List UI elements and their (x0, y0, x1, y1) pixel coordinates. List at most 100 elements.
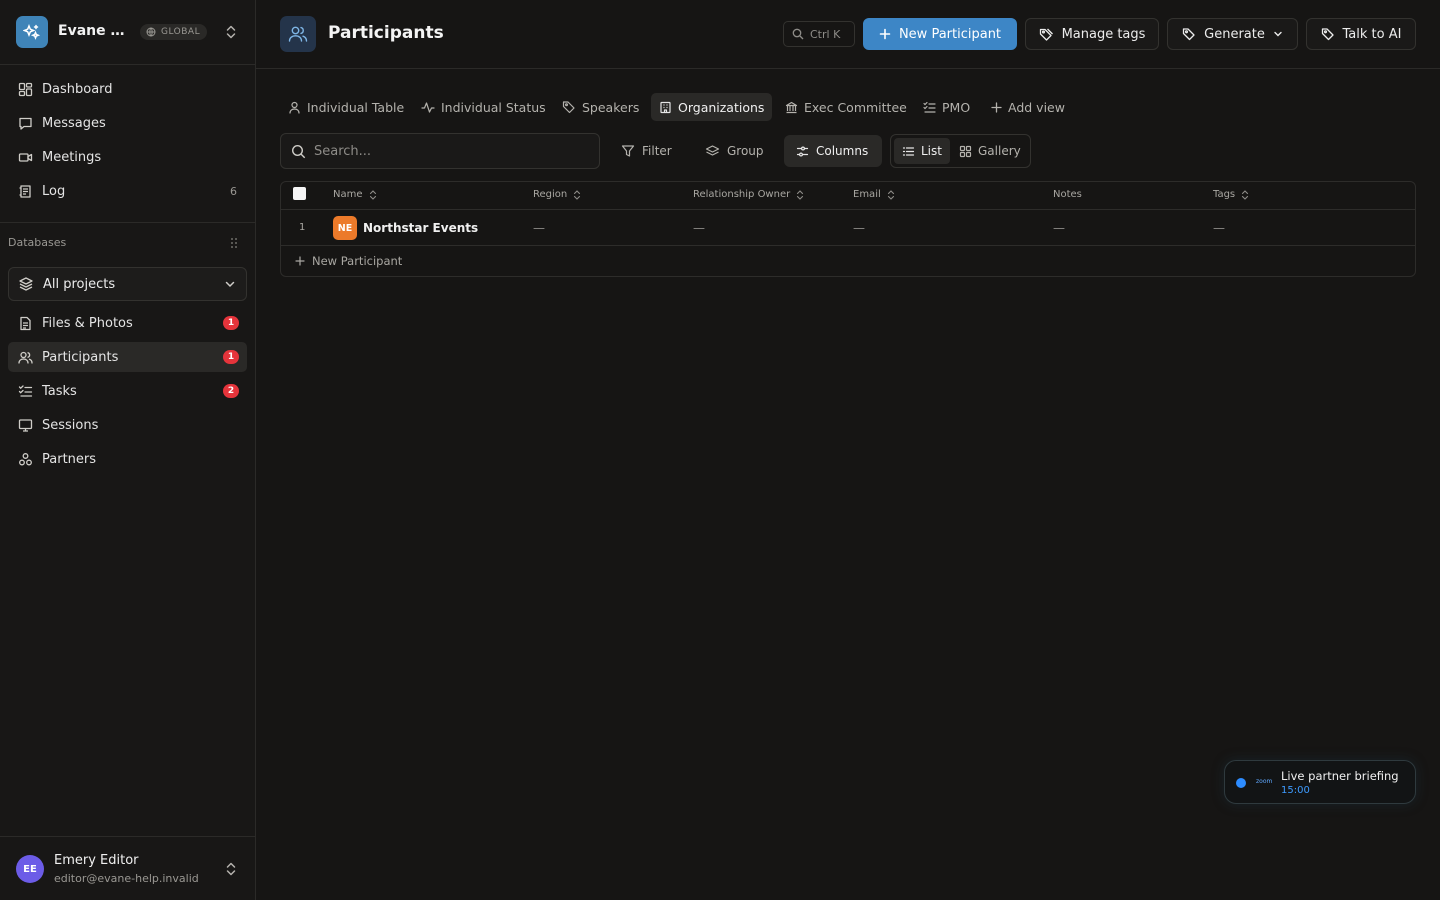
plus-icon (295, 256, 305, 266)
sidebar-item-partners[interactable]: Partners (8, 444, 247, 474)
filter-label: Filter (642, 144, 672, 158)
tag-icon (1321, 28, 1334, 41)
sidebar-item-files-photos[interactable]: Files & Photos 1 (8, 308, 247, 338)
nav-item-messages[interactable]: Messages (8, 108, 247, 138)
column-header-region[interactable]: Region (533, 189, 581, 200)
nav-label: Log (42, 183, 66, 199)
participant-name[interactable]: Northstar Events (363, 221, 478, 235)
user-switch-icon[interactable] (224, 861, 238, 877)
group-label: Group (727, 144, 764, 158)
tab-individual-status[interactable]: Individual Status (413, 93, 554, 121)
building-icon (660, 101, 671, 113)
cell-relationship-owner[interactable]: — (693, 221, 705, 235)
column-header-name[interactable]: Name (333, 189, 377, 200)
workspace-header[interactable]: Evane He... GLOBAL (0, 0, 255, 65)
tab-label: Speakers (582, 99, 640, 115)
sidebar-item-tasks[interactable]: Tasks 2 (8, 376, 247, 406)
command-search-button[interactable]: Ctrl K (783, 21, 855, 47)
dashboard-icon (17, 81, 33, 97)
sort-icon (574, 189, 581, 200)
column-header-email[interactable]: Email (853, 189, 895, 200)
global-badge: GLOBAL (140, 24, 208, 40)
nav-item-log[interactable]: Log 6 (8, 176, 247, 206)
plus-icon (991, 101, 1002, 113)
global-badge-label: GLOBAL (161, 27, 201, 37)
partners-icon (17, 451, 33, 467)
cell-tags[interactable]: — (1213, 221, 1225, 235)
table-header: Name Region Relationship Owner Email Not… (281, 182, 1415, 210)
person-icon (289, 101, 300, 114)
tab-label: Add view (1008, 99, 1065, 115)
nav-label: Messages (42, 115, 106, 131)
new-participant-button[interactable]: New Participant (863, 18, 1017, 50)
columns-button[interactable]: Columns (784, 135, 882, 167)
columns-icon (796, 145, 809, 157)
project-select[interactable]: All projects (8, 267, 247, 301)
column-header-label: Name (333, 189, 363, 200)
sidebar-item-label: Participants (42, 349, 119, 365)
layers-icon (18, 276, 34, 292)
new-participant-label: New Participant (898, 26, 1002, 42)
cell-email[interactable]: — (853, 221, 865, 235)
tab-label: Organizations (678, 99, 765, 115)
select-all-checkbox[interactable] (293, 187, 306, 200)
manage-tags-button[interactable]: Manage tags (1025, 18, 1159, 50)
participants-table: Name Region Relationship Owner Email Not… (280, 181, 1416, 277)
generate-button[interactable]: Generate (1167, 18, 1298, 50)
users-icon (17, 349, 33, 365)
sort-icon (369, 189, 376, 200)
filter-button[interactable]: Filter (609, 135, 684, 167)
list-view-button[interactable]: List (894, 138, 950, 164)
drag-handle-icon[interactable] (230, 237, 238, 249)
top-bar: Participants Ctrl K New Participant Mana… (256, 0, 1440, 69)
event-time: 15:00 (1281, 785, 1310, 796)
chevron-down-icon (224, 278, 236, 290)
tab-exec-committee[interactable]: Exec Committee (777, 93, 915, 121)
users-icon (280, 16, 316, 52)
column-header-label: Relationship Owner (693, 189, 791, 200)
sidebar-item-sessions[interactable]: Sessions (8, 410, 247, 440)
columns-label: Columns (816, 144, 869, 158)
user-name: Emery Editor (54, 853, 139, 868)
tasks-icon (17, 383, 33, 399)
sidebar-item-label: Tasks (42, 383, 77, 399)
tab-organizations[interactable]: Organizations (651, 93, 773, 121)
tab-label: Exec Committee (804, 99, 907, 115)
user-menu[interactable]: EE Emery Editor editor@evane-help.invali… (0, 836, 255, 900)
sidebar-item-participants[interactable]: Participants 1 (8, 342, 247, 372)
sidebar: Evane He... GLOBAL Dashboard Messages Me… (0, 0, 256, 900)
group-button[interactable]: Group (693, 135, 776, 167)
event-title: Live partner briefing (1281, 769, 1399, 783)
nav-label: Dashboard (42, 81, 113, 97)
live-event-pill[interactable]: zoom Live partner briefing 15:00 (1224, 760, 1416, 804)
gallery-view-button[interactable]: Gallery (951, 138, 1029, 164)
nav-item-meetings[interactable]: Meetings (8, 142, 247, 172)
new-participant-row-button[interactable]: New Participant (295, 254, 402, 268)
column-header-tags[interactable]: Tags (1213, 189, 1249, 200)
column-header-label: Email (853, 189, 881, 200)
column-header-relationship-owner[interactable]: Relationship Owner (693, 189, 804, 200)
cell-notes[interactable]: — (1053, 221, 1065, 235)
chevron-down-icon (1274, 31, 1282, 37)
log-icon (17, 183, 33, 199)
file-icon (17, 315, 33, 331)
user-email: editor@evane-help.invalid (54, 872, 199, 885)
sidebar-divider (0, 222, 255, 223)
list-label: List (921, 144, 942, 158)
cell-region[interactable]: — (533, 221, 545, 235)
page-title: Participants (328, 23, 444, 43)
nav-item-dashboard[interactable]: Dashboard (8, 74, 247, 104)
table-row[interactable]: 1 NE Northstar Events — — — — — (281, 210, 1415, 246)
talk-to-ai-label: Talk to AI (1342, 26, 1402, 42)
tab-speakers[interactable]: Speakers (554, 93, 647, 121)
tab-individual-table[interactable]: Individual Table (280, 93, 412, 121)
sort-icon (887, 189, 894, 200)
manage-tags-label: Manage tags (1061, 26, 1146, 42)
talk-to-ai-button[interactable]: Talk to AI (1306, 18, 1416, 50)
workspace-switch-icon[interactable] (224, 24, 238, 40)
notification-badge: 2 (223, 384, 239, 398)
add-view-button[interactable]: Add view (983, 93, 1073, 121)
search-input[interactable] (314, 143, 584, 159)
tab-pmo[interactable]: PMO (915, 93, 978, 121)
column-header-notes[interactable]: Notes (1053, 189, 1082, 200)
